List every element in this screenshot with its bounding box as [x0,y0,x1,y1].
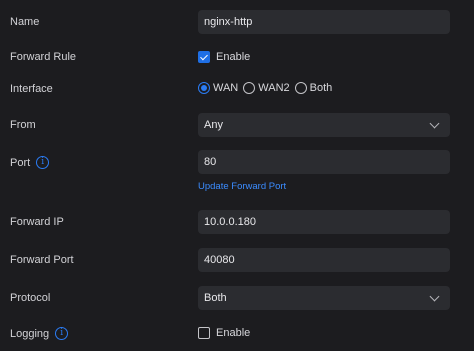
logging-enable-label: Enable [216,327,251,339]
radio-unselected-icon[interactable] [294,82,307,94]
forward-port-value: 40080 [204,254,235,266]
interface-option-both[interactable]: Both [294,82,332,94]
port-label: Port i [10,156,50,169]
update-forward-port-link[interactable]: Update Forward Port [198,181,286,192]
forward-rule-label: Forward Rule [10,51,77,63]
port-value: 80 [204,156,217,168]
name-input[interactable]: nginx-http [198,10,450,34]
name-value: nginx-http [204,16,253,28]
info-icon[interactable]: i [36,156,50,169]
interface-radio-group: WAN WAN2 Both [198,82,332,94]
chevron-down-icon [429,291,440,301]
interface-label: Interface [10,83,53,95]
from-select[interactable]: Any [198,113,450,137]
protocol-select[interactable]: Both [198,286,450,310]
forward-ip-value: 10.0.0.180 [204,216,256,228]
forward-rule-checkbox[interactable]: Enable [198,51,250,63]
radio-selected-icon[interactable] [198,82,210,94]
check-icon[interactable] [198,51,210,63]
forward-port-input[interactable]: 40080 [198,248,450,272]
protocol-value: Both [204,292,227,304]
forward-ip-label: Forward IP [10,216,64,228]
protocol-label: Protocol [10,292,51,304]
forward-port-label: Forward Port [10,254,74,266]
chevron-down-icon [429,118,440,128]
logging-label: Logging i [10,327,69,340]
port-input[interactable]: 80 [198,150,450,174]
name-label: Name [10,16,40,28]
interface-option-wan[interactable]: WAN [198,82,238,94]
info-icon[interactable]: i [55,327,69,340]
checkbox-icon[interactable] [198,327,210,339]
forward-ip-input[interactable]: 10.0.0.180 [198,210,450,234]
from-value: Any [204,119,223,131]
logging-checkbox[interactable]: Enable [198,327,250,339]
interface-option-wan2[interactable]: WAN2 [243,82,290,94]
from-label: From [10,119,36,131]
radio-unselected-icon[interactable] [243,82,256,94]
forward-rule-enable-label: Enable [216,51,251,63]
